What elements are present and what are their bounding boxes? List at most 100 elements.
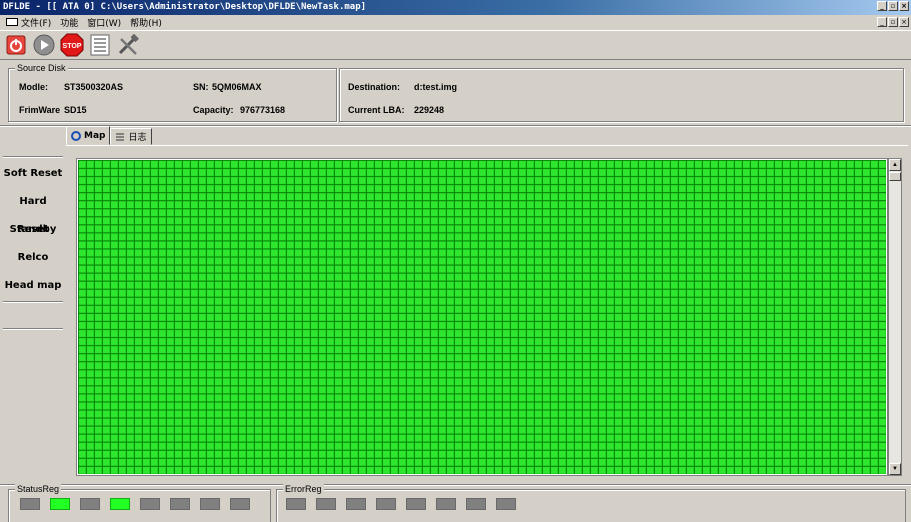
sector-block xyxy=(711,370,718,378)
sector-block xyxy=(775,289,782,297)
sector-block xyxy=(431,442,438,450)
menu-functions[interactable]: 功能 xyxy=(60,16,78,29)
standby-button[interactable]: Standby xyxy=(3,216,63,244)
tools-button[interactable] xyxy=(116,33,140,57)
sector-block xyxy=(95,426,102,434)
sector-block xyxy=(679,225,686,233)
stop-button[interactable]: STOP xyxy=(60,33,84,57)
scroll-up-button[interactable]: ▲ xyxy=(889,159,901,171)
sector-block xyxy=(191,386,198,394)
mdi-restore-button[interactable]: ▫ xyxy=(888,17,898,27)
sector-block xyxy=(191,169,198,176)
sector-block xyxy=(95,434,102,442)
relco-button[interactable]: Relco xyxy=(3,244,63,272)
scroll-thumb[interactable] xyxy=(889,172,901,181)
sector-block xyxy=(247,281,254,289)
sector-block xyxy=(191,466,198,474)
sector-block xyxy=(511,394,518,402)
sector-block xyxy=(535,466,542,474)
sector-block xyxy=(271,418,278,426)
sector-block xyxy=(375,169,382,176)
sector-block xyxy=(583,322,590,329)
sector-block xyxy=(79,177,86,184)
sector-block xyxy=(367,281,374,289)
sector-block xyxy=(831,378,838,386)
minimize-button[interactable]: _ xyxy=(877,1,887,11)
sector-block xyxy=(663,225,670,233)
sector-block xyxy=(327,458,334,466)
error-bit-0 xyxy=(496,498,516,510)
sector-block xyxy=(743,394,750,402)
sector-block xyxy=(263,402,270,410)
close-button[interactable]: × xyxy=(899,1,909,11)
sector-block xyxy=(871,450,878,458)
tab-map[interactable]: Map xyxy=(66,126,111,145)
sector-block xyxy=(695,233,702,241)
menu-window[interactable]: 窗口(W) xyxy=(87,16,121,29)
sector-block xyxy=(671,289,678,297)
map-scrollbar[interactable]: ▲ ▼ xyxy=(888,158,902,476)
head-map-button[interactable]: Head map xyxy=(3,272,63,300)
sector-block xyxy=(279,362,286,370)
sector-block xyxy=(879,466,886,474)
mdi-close-button[interactable]: × xyxy=(899,17,909,27)
sector-block xyxy=(455,386,462,394)
sector-block xyxy=(255,418,262,426)
power-button[interactable] xyxy=(4,33,28,57)
sector-block xyxy=(703,265,710,273)
hard-reset-button[interactable]: Hard Reset xyxy=(3,188,63,235)
sector-block xyxy=(279,281,286,289)
sector-block xyxy=(231,289,238,297)
sector-block xyxy=(247,257,254,265)
sector-block xyxy=(311,297,318,305)
sector-block xyxy=(615,161,622,168)
sector-block xyxy=(543,362,550,370)
sector-block xyxy=(231,402,238,410)
sector-block xyxy=(703,305,710,313)
sector-block xyxy=(207,281,214,289)
sector-block xyxy=(87,394,94,402)
sector-block xyxy=(671,410,678,418)
sector-block xyxy=(719,450,726,458)
sector-block xyxy=(103,289,110,297)
sector-block xyxy=(279,322,286,329)
sector-block xyxy=(399,386,406,394)
sector-block xyxy=(191,289,198,297)
sector-block xyxy=(663,450,670,458)
sector-block xyxy=(855,169,862,176)
sector-block xyxy=(823,185,830,192)
sector-block xyxy=(559,442,566,450)
sector-block xyxy=(543,418,550,426)
sector-block xyxy=(95,177,102,184)
sector-block xyxy=(487,249,494,257)
sector-block xyxy=(247,410,254,418)
document-icon[interactable] xyxy=(6,18,18,26)
sector-block xyxy=(295,330,302,337)
sector-block xyxy=(855,402,862,410)
sector-block xyxy=(303,193,310,201)
scroll-down-button[interactable]: ▼ xyxy=(889,463,901,475)
menu-file[interactable]: 文件(F) xyxy=(21,16,51,29)
sector-block xyxy=(511,354,518,362)
sector-block xyxy=(495,185,502,192)
sector-block xyxy=(743,249,750,257)
sector-block xyxy=(447,338,454,345)
sector-block xyxy=(511,362,518,370)
play-button[interactable] xyxy=(32,33,56,57)
soft-reset-button[interactable]: Soft Reset xyxy=(3,160,63,188)
sector-block xyxy=(255,434,262,442)
tab-log[interactable]: 日志 xyxy=(110,128,152,145)
sector-block xyxy=(607,161,614,168)
mdi-minimize-button[interactable]: _ xyxy=(877,17,887,27)
sector-block xyxy=(791,354,798,362)
menu-help[interactable]: 帮助(H) xyxy=(130,16,162,29)
status-bit-1 xyxy=(200,498,220,510)
sector-block xyxy=(879,402,886,410)
sector-block xyxy=(175,450,182,458)
restore-button[interactable]: ▫ xyxy=(888,1,898,11)
sector-block xyxy=(183,185,190,192)
hex-view-button[interactable] xyxy=(88,33,112,57)
sector-block xyxy=(807,458,814,466)
sector-map[interactable] xyxy=(76,158,888,476)
sector-block xyxy=(703,434,710,442)
